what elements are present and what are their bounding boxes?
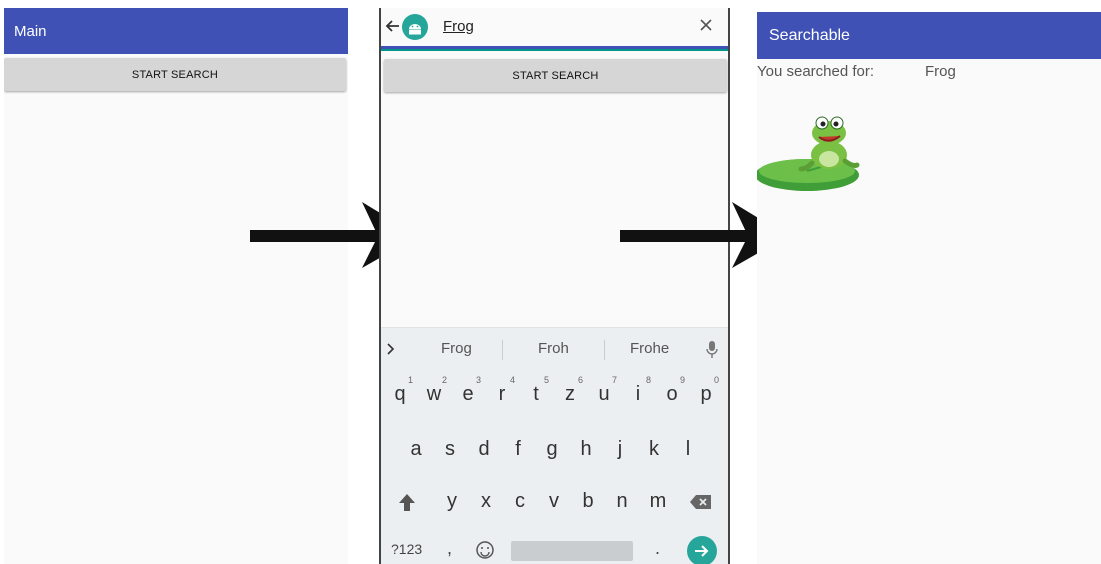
key-o[interactable]: o9 xyxy=(657,375,687,406)
divider xyxy=(604,340,605,360)
symbols-key[interactable]: ?123 xyxy=(391,541,422,557)
key-hint: 6 xyxy=(577,375,583,385)
key-t[interactable]: t5 xyxy=(521,375,551,406)
key-n[interactable]: n xyxy=(607,490,637,513)
key-a[interactable]: a xyxy=(401,438,431,461)
key-period[interactable]: . xyxy=(655,538,660,559)
key-hint: 3 xyxy=(475,375,481,385)
key-hint: 8 xyxy=(645,375,651,385)
key-hint: 4 xyxy=(509,375,515,385)
divider xyxy=(502,340,503,360)
shift-icon[interactable] xyxy=(397,492,417,514)
key-l[interactable]: l xyxy=(673,438,703,461)
back-arrow-icon[interactable] xyxy=(384,17,402,35)
suggestion-1[interactable]: Frog xyxy=(441,340,472,357)
enter-button[interactable] xyxy=(687,536,717,564)
search-bar: Frog xyxy=(381,8,728,51)
key-row-4: ?123 , . xyxy=(381,532,728,564)
key-h[interactable]: h xyxy=(571,438,601,461)
key-b[interactable]: b xyxy=(573,490,603,513)
screen-main: Main START SEARCH xyxy=(4,8,348,564)
screen-searchable: Searchable You searched for: Frog xyxy=(757,12,1101,564)
key-v[interactable]: v xyxy=(539,490,569,513)
key-hint: 1 xyxy=(407,375,413,385)
key-row-3: y x c v b n m xyxy=(381,484,728,534)
key-i[interactable]: i8 xyxy=(623,375,653,406)
key-hint: 0 xyxy=(713,375,719,385)
key-p[interactable]: p0 xyxy=(691,375,721,406)
key-f[interactable]: f xyxy=(503,438,533,461)
key-c[interactable]: c xyxy=(505,490,535,513)
searched-value: Frog xyxy=(925,63,956,80)
start-search-button[interactable]: START SEARCH xyxy=(4,58,346,91)
key-m[interactable]: m xyxy=(643,490,673,513)
key-e[interactable]: e3 xyxy=(453,375,483,406)
page-title: Main xyxy=(14,22,47,40)
key-hint: 9 xyxy=(679,375,685,385)
key-r[interactable]: r4 xyxy=(487,375,517,406)
key-z[interactable]: z6 xyxy=(555,375,585,406)
search-underline xyxy=(381,49,728,51)
key-u[interactable]: u7 xyxy=(589,375,619,406)
start-search-button[interactable]: START SEARCH xyxy=(384,59,727,92)
key-hint: 7 xyxy=(611,375,617,385)
app-bar: Main xyxy=(4,8,348,54)
key-s[interactable]: s xyxy=(435,438,465,461)
soft-keyboard: Frog Froh Frohe q1 w2 e3 r4 t5 z6 u7 i8 … xyxy=(381,327,728,564)
key-g[interactable]: g xyxy=(537,438,567,461)
key-q[interactable]: q1 xyxy=(385,375,415,406)
screen-search: Frog START SEARCH Frog Froh Frohe q1 w2 … xyxy=(379,8,730,564)
searched-for-label: You searched for: xyxy=(757,63,875,80)
key-d[interactable]: d xyxy=(469,438,499,461)
suggestion-3[interactable]: Frohe xyxy=(630,340,669,357)
enter-arrow-icon xyxy=(695,545,709,557)
key-comma[interactable]: , xyxy=(447,538,452,559)
app-bar: Searchable xyxy=(757,12,1101,59)
space-bar[interactable] xyxy=(511,541,633,561)
frog-on-lilypad-image xyxy=(757,116,860,191)
key-y[interactable]: y xyxy=(437,490,467,513)
key-row-1: q1 w2 e3 r4 t5 z6 u7 i8 o9 p0 xyxy=(381,375,728,427)
microphone-icon[interactable] xyxy=(705,340,719,360)
key-j[interactable]: j xyxy=(605,438,635,461)
android-app-icon xyxy=(402,14,428,40)
close-icon[interactable] xyxy=(698,17,714,33)
suggestion-2[interactable]: Froh xyxy=(538,340,569,357)
emoji-icon[interactable] xyxy=(475,540,495,560)
suggestion-strip: Frog Froh Frohe xyxy=(381,327,728,370)
key-hint: 2 xyxy=(441,375,447,385)
key-hint: 5 xyxy=(543,375,549,385)
key-x[interactable]: x xyxy=(471,490,501,513)
chevron-right-icon[interactable] xyxy=(385,340,397,358)
key-row-2: a s d f g h j k l xyxy=(381,432,728,482)
key-k[interactable]: k xyxy=(639,438,669,461)
page-title: Searchable xyxy=(769,26,850,44)
backspace-icon[interactable] xyxy=(689,494,713,510)
search-input[interactable]: Frog xyxy=(443,18,474,35)
key-w[interactable]: w2 xyxy=(419,375,449,406)
